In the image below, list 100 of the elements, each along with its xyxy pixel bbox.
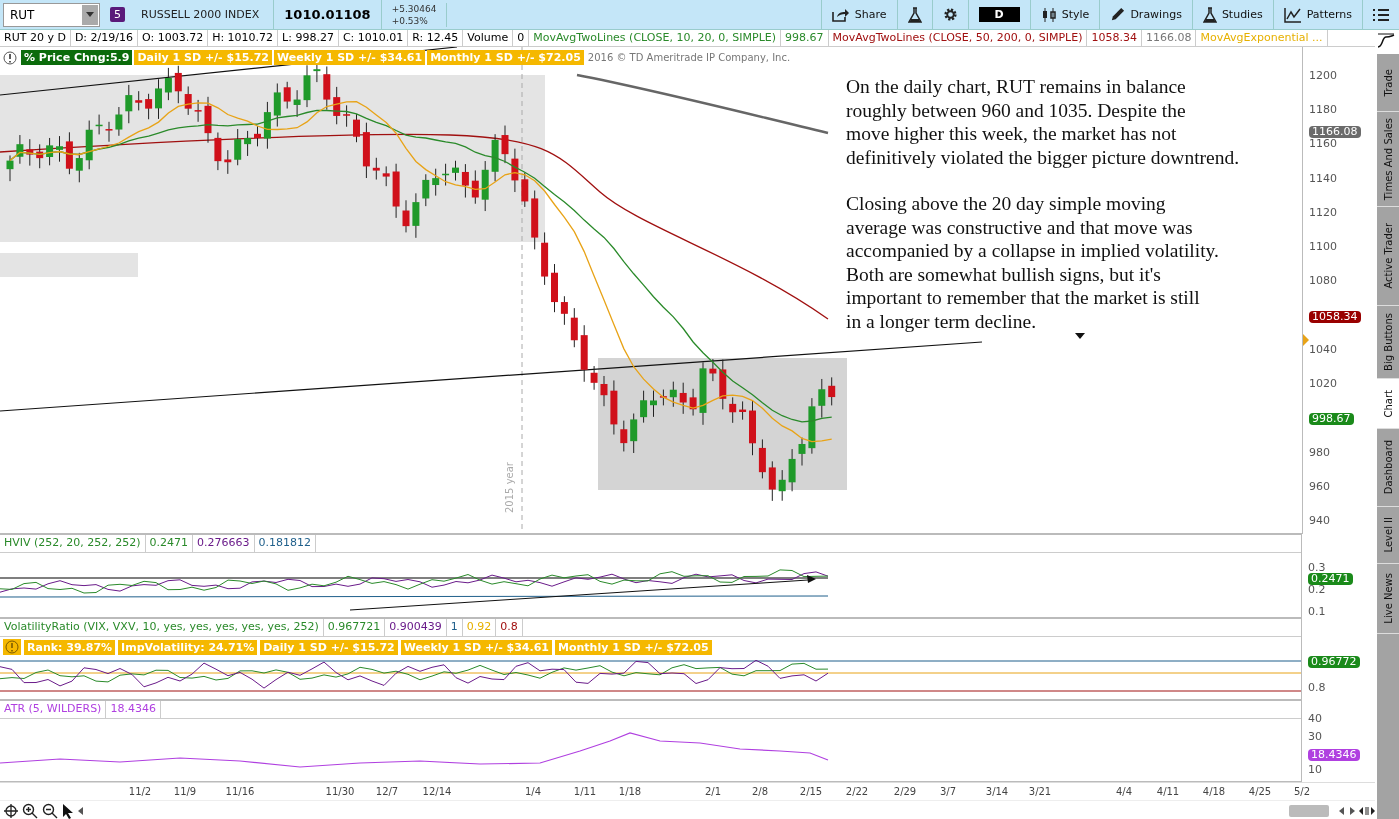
- candle: [65, 131, 73, 175]
- axis-label: 960: [1309, 480, 1330, 493]
- axis-label: 1/18: [618, 785, 642, 798]
- legend-value: ATR (5, WILDERS): [0, 701, 107, 718]
- side-tab[interactable]: Times And Sales: [1377, 112, 1399, 207]
- study-badge: Weekly 1 SD +/- $34.61: [400, 639, 552, 655]
- style-button[interactable]: Style: [1029, 0, 1100, 30]
- candle: [85, 120, 93, 170]
- legend-value: R: 12.45: [408, 30, 464, 46]
- legend-value: O: 1003.72: [137, 30, 209, 46]
- candle: [135, 90, 143, 111]
- crosshair-icon[interactable]: [4, 804, 18, 818]
- axis-label: 2/15: [799, 785, 823, 798]
- zoom-out-icon[interactable]: [42, 803, 58, 819]
- candle: [323, 66, 331, 111]
- dropdown-icon[interactable]: [82, 4, 98, 25]
- legend-value: 1166.08: [1141, 30, 1197, 46]
- menu-icon: [1373, 8, 1389, 21]
- candle: [709, 358, 717, 382]
- line-style-icon[interactable]: [1377, 32, 1395, 50]
- scroll-left-icon[interactable]: [1339, 807, 1345, 815]
- candle: [511, 148, 519, 193]
- alert-icon[interactable]: [3, 50, 17, 65]
- legend-value: RUT 20 y D: [0, 30, 71, 46]
- axis-label: 2/8: [751, 785, 769, 798]
- legend-value: H: 1010.72: [208, 30, 279, 46]
- candle: [204, 96, 212, 144]
- candle: [105, 121, 113, 143]
- candle: [481, 160, 489, 212]
- symbol-field[interactable]: RUT: [3, 2, 100, 27]
- expand-icon[interactable]: [1359, 806, 1375, 816]
- axis-label: 1200: [1309, 70, 1337, 82]
- axis-label: 0.8: [1308, 682, 1326, 694]
- candle: [452, 160, 459, 182]
- candle: [491, 133, 499, 182]
- share-icon: [831, 7, 850, 22]
- study-badge: Rank: 39.87%: [24, 639, 116, 655]
- candle: [36, 143, 44, 169]
- zigzag-icon: [1283, 6, 1302, 23]
- legend-value: 0: [513, 30, 530, 46]
- candle: [145, 93, 153, 120]
- candle: [214, 132, 222, 171]
- aggregation-button[interactable]: D: [967, 0, 1030, 30]
- axis-label: 0.3: [1308, 562, 1326, 574]
- candle: [699, 361, 707, 426]
- candle: [432, 168, 440, 197]
- zoom-in-icon[interactable]: [22, 803, 38, 819]
- side-tab[interactable]: Dashboard: [1377, 429, 1399, 507]
- drawings-button[interactable]: Drawings: [1099, 0, 1192, 30]
- cursor-icon[interactable]: [62, 803, 74, 819]
- pointer-icon: [1303, 334, 1309, 346]
- candle: [778, 469, 786, 502]
- axis-label: 1020: [1309, 378, 1337, 391]
- axis-label: 4/18: [1202, 785, 1226, 798]
- axis-label: 1160: [1309, 138, 1337, 151]
- side-tab[interactable]: Level II: [1377, 507, 1399, 564]
- legend-value: VolatilityRatio (VIX, VXV, 10, yes, yes, yes, yes, yes, 252): [0, 619, 324, 636]
- legend-value: D: 2/19/16: [70, 30, 138, 46]
- axis-label: 30: [1308, 731, 1322, 743]
- axis-label: 0.1: [1308, 606, 1326, 618]
- share-button[interactable]: Share: [820, 0, 897, 30]
- candle: [471, 169, 479, 205]
- candle: [115, 106, 123, 137]
- candle: [758, 438, 766, 479]
- axis-label: 1080: [1309, 275, 1337, 288]
- candle: [541, 231, 549, 286]
- side-tab[interactable]: Active Trader: [1377, 207, 1399, 306]
- price-marker: 1058.34: [1309, 310, 1361, 323]
- candle: [689, 388, 697, 417]
- candlestick-icon: [1040, 6, 1057, 23]
- scroll-left-icon[interactable]: [78, 807, 84, 815]
- candle: [560, 295, 568, 326]
- candle: [828, 376, 836, 406]
- candle: [303, 64, 311, 108]
- axis-label: 3/7: [939, 785, 957, 798]
- side-tab[interactable]: Live News: [1377, 564, 1399, 634]
- side-tab[interactable]: Big Buttons: [1377, 306, 1399, 379]
- candle: [234, 128, 242, 166]
- patterns-button[interactable]: Patterns: [1272, 0, 1362, 30]
- pencil-icon: [1110, 7, 1126, 22]
- side-tab[interactable]: Trade: [1377, 54, 1399, 112]
- year-label: 2015 year: [504, 462, 515, 513]
- candle: [610, 379, 618, 435]
- studies-button[interactable]: Studies: [1191, 0, 1273, 30]
- candle: [669, 381, 677, 408]
- candle: [184, 85, 192, 116]
- legend-value: 0.181812: [254, 535, 317, 552]
- candle: [164, 67, 172, 101]
- candle: [679, 382, 687, 415]
- candle: [729, 396, 737, 424]
- link-group-badge[interactable]: 5: [110, 7, 125, 22]
- scrollbar-thumb[interactable]: [1289, 805, 1329, 817]
- candle: [16, 134, 24, 165]
- candle: [125, 84, 133, 124]
- scroll-right-icon[interactable]: [1349, 807, 1355, 815]
- candle: [630, 413, 638, 454]
- axis-label: 10: [1308, 764, 1322, 776]
- candle: [26, 138, 34, 167]
- candle: [353, 113, 360, 143]
- value-marker: 0.96772: [1308, 656, 1360, 668]
